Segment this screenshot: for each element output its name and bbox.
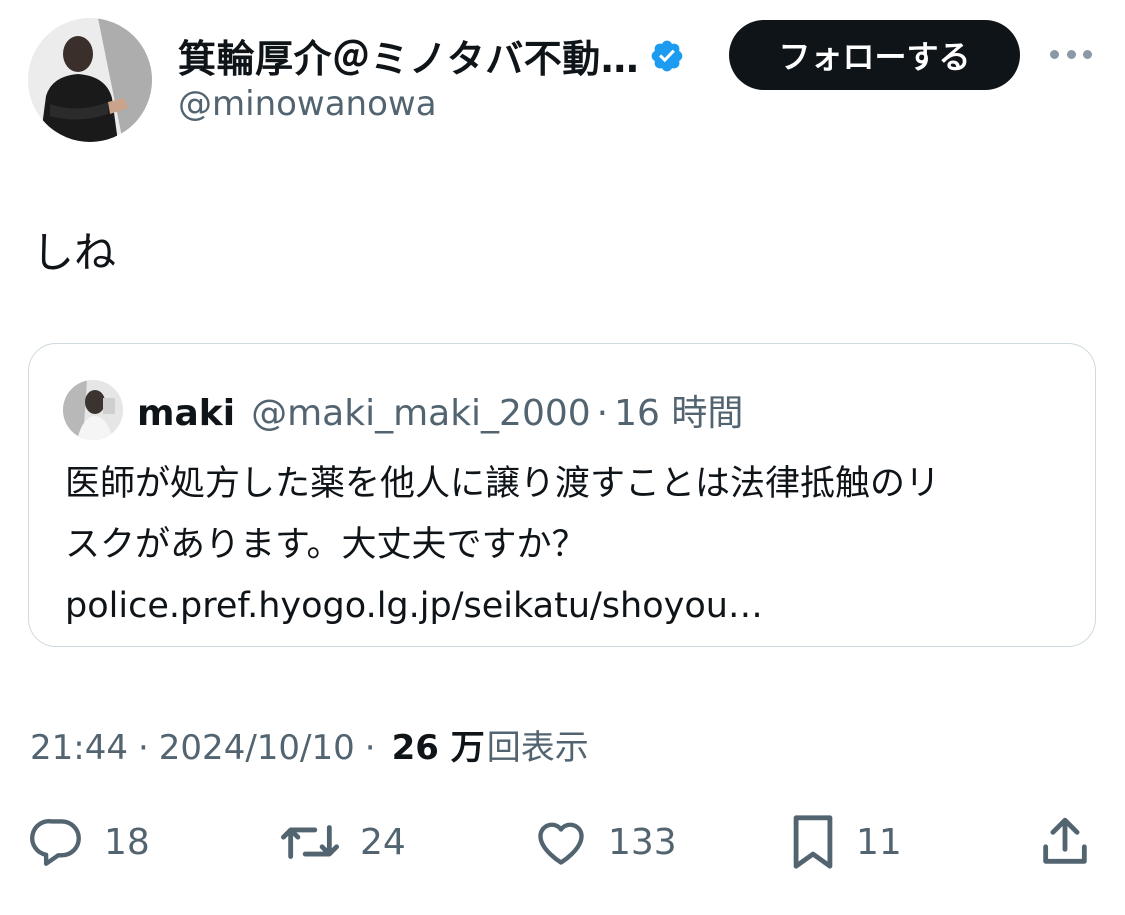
author-handle[interactable]: @minowanowa [178, 84, 437, 124]
like-count: 133 [608, 821, 677, 863]
tweet-text: しね [32, 228, 117, 277]
quoted-tweet-link[interactable]: police.pref.hyogo.lg.jp/seikatu/shoyou… [65, 576, 1075, 637]
profile-photo [28, 18, 152, 142]
separator-dot: · [137, 728, 149, 768]
quoted-author-avatar[interactable] [63, 380, 123, 440]
separator-dot: · [364, 728, 376, 768]
bookmark-count: 11 [856, 821, 902, 863]
quoted-tweet-line: 医師が処方した薬を他人に譲り渡すことは法律抵触のリ [65, 464, 941, 504]
author-avatar[interactable] [28, 18, 152, 142]
share-icon [1043, 817, 1087, 864]
tweet-date[interactable]: 2024/10/10 [159, 728, 355, 768]
quoted-tweet-line: スクがあります。大丈夫ですか？ [65, 525, 587, 565]
separator-dot: · [596, 393, 609, 434]
follow-button[interactable]: フォローする [729, 20, 1020, 90]
quoted-tweet-time[interactable]: 16 時間 [614, 384, 743, 436]
retweet-count: 24 [360, 821, 406, 863]
reply-icon [30, 819, 81, 866]
bookmark-icon [793, 815, 833, 869]
author-display-name[interactable]: 箕輪厚介＠ミノタバ不動… [178, 28, 639, 83]
quoted-author-name[interactable]: maki [137, 393, 235, 434]
reply-button[interactable]: 18 [28, 813, 150, 871]
author-name-row: 箕輪厚介＠ミノタバ不動… [178, 28, 685, 83]
reply-count: 18 [104, 821, 150, 863]
profile-photo [63, 380, 123, 440]
quoted-tweet-header: maki @maki_maki_2000 · 16 時間 [137, 384, 743, 436]
quoted-tweet-text: 医師が処方した薬を他人に譲り渡すことは法律抵触のリ スクがあります。大丈夫ですか… [65, 454, 1075, 637]
tweet-time[interactable]: 21:44 [30, 728, 128, 768]
like-button[interactable]: 133 [532, 813, 677, 871]
retweet-icon [280, 825, 339, 859]
views-label: 回表示 [486, 728, 589, 768]
tweet-meta: 21:44 · 2024/10/10 · 26 万 回表示 [30, 720, 589, 769]
quoted-tweet-card[interactable]: maki @maki_maki_2000 · 16 時間 医師が処方した薬を他人… [28, 343, 1096, 647]
bookmark-button[interactable]: 11 [788, 813, 902, 871]
share-button[interactable] [1036, 813, 1094, 871]
verified-badge-icon [649, 38, 685, 74]
quoted-author-handle[interactable]: @maki_maki_2000 [251, 393, 591, 434]
views-count: 26 万 [391, 728, 485, 768]
retweet-button[interactable]: 24 [278, 813, 406, 871]
action-bar: 18 24 133 11 [0, 805, 1125, 881]
more-horizontal-icon[interactable] [1050, 44, 1092, 64]
heart-icon [538, 822, 584, 865]
